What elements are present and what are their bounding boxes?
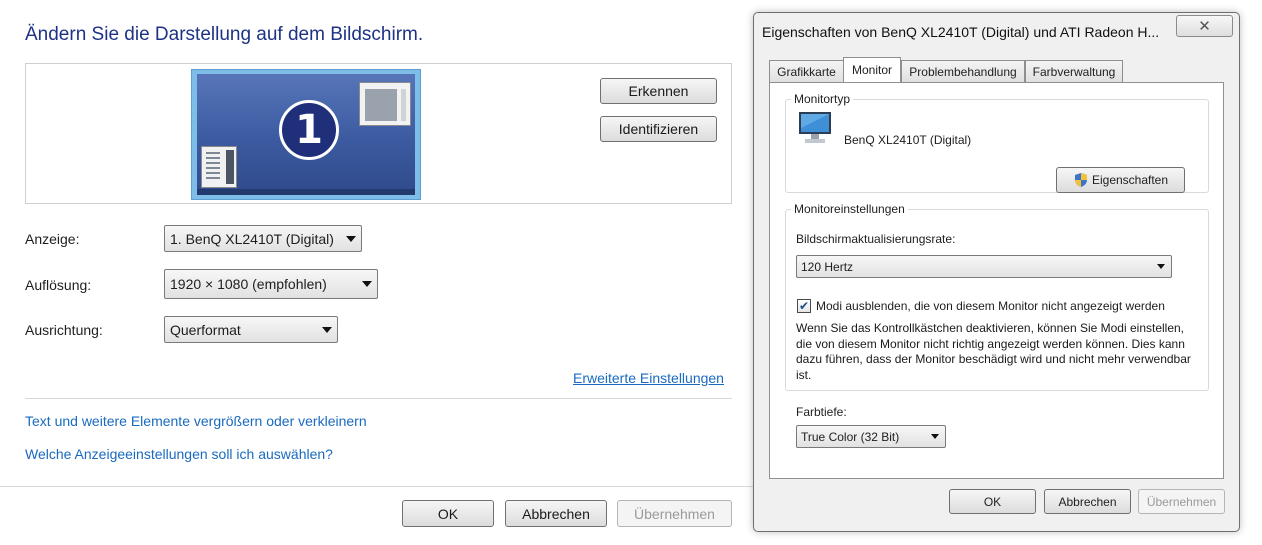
orientation-select[interactable]: Querformat bbox=[164, 316, 338, 343]
tab-grafikkarte[interactable]: Grafikkarte bbox=[769, 60, 844, 82]
resolution-select-value: 1920 × 1080 (empfohlen) bbox=[170, 276, 327, 292]
orientation-select-value: Querformat bbox=[170, 321, 241, 338]
close-icon: ✕ bbox=[1198, 18, 1211, 35]
shield-icon bbox=[1074, 173, 1087, 187]
chevron-down-icon bbox=[931, 433, 939, 439]
ok-button[interactable]: OK bbox=[402, 500, 494, 527]
chevron-down-icon bbox=[322, 326, 332, 333]
chevron-down-icon bbox=[362, 281, 372, 287]
display-select-value: 1. BenQ XL2410T (Digital) bbox=[170, 230, 334, 247]
properties-dialog: Eigenschaften von BenQ XL2410T (Digital)… bbox=[753, 12, 1240, 532]
tab-farbverwaltung[interactable]: Farbverwaltung bbox=[1025, 60, 1123, 82]
monitor-settings-group-title: Monitoreinstellungen bbox=[791, 202, 908, 216]
advanced-settings-link[interactable]: Erweiterte Einstellungen bbox=[573, 370, 724, 386]
color-depth-label: Farbtiefe: bbox=[796, 405, 847, 419]
tab-problembehandlung[interactable]: Problembehandlung bbox=[901, 60, 1025, 82]
monitor-properties-label: Eigenschaften bbox=[1091, 173, 1169, 187]
refresh-rate-value: 120 Hertz bbox=[801, 259, 854, 274]
monitor-properties-button[interactable]: Eigenschaften bbox=[1056, 167, 1185, 193]
page-title: Ändern Sie die Darstellung auf dem Bilds… bbox=[25, 24, 424, 45]
monitor-tab-panel: Monitortyp BenQ XL2410T (Digital) Eigens… bbox=[769, 82, 1224, 479]
monitor-name: BenQ XL2410T (Digital) bbox=[844, 133, 972, 147]
tab-monitor[interactable]: Monitor bbox=[843, 57, 901, 82]
monitor-1-thumbnail[interactable]: 1 bbox=[191, 69, 421, 200]
monitor-number-badge: 1 bbox=[279, 100, 339, 160]
dialog-cancel-button[interactable]: Abbrechen bbox=[1044, 489, 1131, 514]
refresh-rate-label: Bildschirmaktualisierungsrate: bbox=[796, 232, 956, 246]
detect-button[interactable]: Erkennen bbox=[600, 78, 717, 104]
chevron-down-icon bbox=[346, 235, 356, 242]
monitor-type-group-title: Monitortyp bbox=[791, 92, 854, 106]
divider bbox=[25, 398, 732, 399]
refresh-rate-select[interactable]: 120 Hertz bbox=[796, 255, 1172, 278]
checkmark-icon: ✔ bbox=[798, 299, 810, 313]
chevron-down-icon bbox=[1157, 263, 1165, 269]
mini-taskbar bbox=[197, 189, 415, 195]
footer-divider bbox=[0, 486, 753, 487]
mini-start-menu-icon bbox=[201, 146, 237, 188]
apply-button[interactable]: Übernehmen bbox=[617, 500, 732, 527]
resolution-label: Auflösung: bbox=[25, 277, 92, 293]
cancel-button[interactable]: Abbrechen bbox=[505, 500, 607, 527]
color-depth-value: True Color (32 Bit) bbox=[801, 429, 900, 444]
orientation-label: Ausrichtung: bbox=[25, 322, 103, 338]
warning-text: Wenn Sie das Kontrollkästchen deaktivier… bbox=[796, 321, 1191, 382]
dialog-close-button[interactable]: ✕ bbox=[1176, 15, 1233, 37]
resolution-select[interactable]: 1920 × 1080 (empfohlen) bbox=[164, 269, 378, 299]
display-label: Anzeige: bbox=[25, 231, 80, 247]
which-settings-link[interactable]: Welche Anzeigeeinstellungen soll ich aus… bbox=[25, 446, 333, 462]
text-size-link[interactable]: Text und weitere Elemente vergrößern ode… bbox=[25, 413, 367, 429]
color-depth-select[interactable]: True Color (32 Bit) bbox=[796, 425, 946, 448]
hide-modes-checkbox[interactable]: ✔ bbox=[797, 299, 811, 313]
monitor-icon bbox=[799, 112, 831, 143]
hide-modes-label: Modi ausblenden, die von diesem Monitor … bbox=[816, 299, 1165, 313]
dialog-ok-button[interactable]: OK bbox=[949, 489, 1036, 514]
dialog-title: Eigenschaften von BenQ XL2410T (Digital)… bbox=[762, 24, 1160, 40]
mini-window-icon bbox=[359, 82, 411, 126]
display-select[interactable]: 1. BenQ XL2410T (Digital) bbox=[164, 225, 362, 252]
monitor-screen: 1 bbox=[197, 74, 415, 195]
identify-button[interactable]: Identifizieren bbox=[600, 116, 717, 142]
dialog-apply-button[interactable]: Übernehmen bbox=[1138, 489, 1225, 514]
